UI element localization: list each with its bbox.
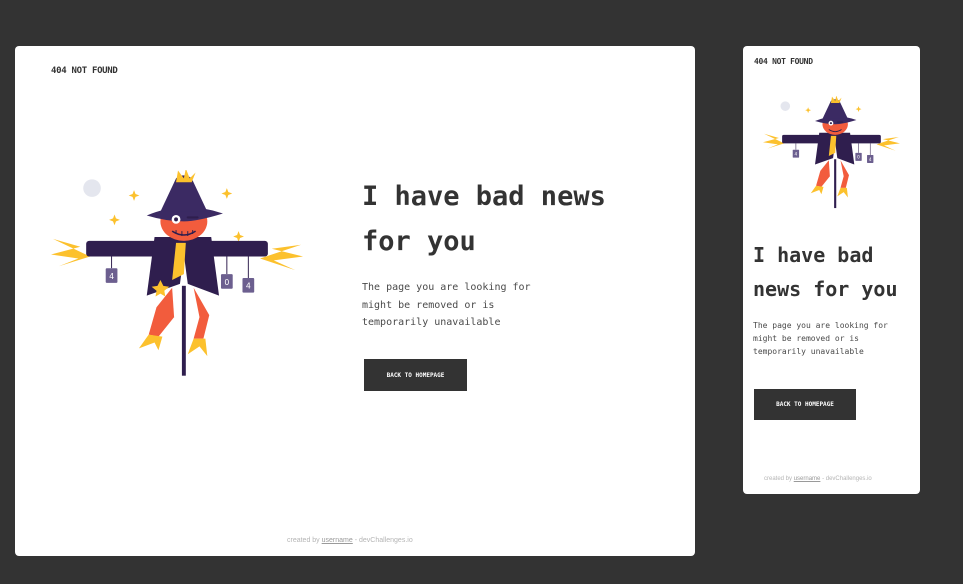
hat-straw-shape	[176, 170, 196, 183]
tag-label: 4	[246, 282, 251, 291]
back-to-homepage-button[interactable]: BACK TO HOMEPAGE	[754, 389, 856, 420]
sparkle-icon	[233, 231, 244, 242]
back-to-homepage-button[interactable]: BACK TO HOMEPAGE	[364, 359, 467, 391]
tag-label: 4	[795, 152, 798, 157]
footer-credit: created by username - devChallenges.io	[764, 476, 872, 482]
left-leg-shape	[148, 287, 175, 337]
scarecrow-illustration: 4 0 4	[51, 170, 304, 376]
footer-credit: created by username - devChallenges.io	[287, 537, 413, 544]
pole-shape	[834, 159, 837, 209]
page-title: I have bad news for you	[753, 243, 898, 301]
sparkle-icon	[221, 188, 233, 199]
error-description: The page you are looking for might be re…	[753, 321, 888, 356]
left-straw-shape	[51, 238, 91, 267]
scarecrow-illustration: 4 0 4	[763, 96, 900, 209]
tag-label: 4	[109, 272, 114, 281]
right-leg-shape	[840, 160, 849, 188]
left-leg-shape	[816, 160, 830, 187]
sparkle-icon	[805, 107, 812, 114]
brand-logo[interactable]: 404 NOT FOUND	[51, 66, 118, 76]
username-link[interactable]: username	[322, 537, 353, 544]
sparkle-icon	[128, 190, 140, 201]
moon-shape	[83, 179, 101, 197]
username-link[interactable]: username	[794, 476, 821, 482]
left-foot-straw	[138, 334, 163, 351]
right-leg-shape	[193, 287, 210, 339]
mobile-preview: 404 NOT FOUND 4 0 4 I have bad news for …	[743, 46, 920, 494]
moon-shape	[780, 101, 791, 111]
tag-label: 0	[857, 155, 860, 160]
right-foot-straw	[187, 338, 208, 357]
pole-shape	[181, 285, 186, 376]
sparkle-icon	[109, 214, 120, 226]
tag-label: 0	[224, 278, 229, 287]
tag-label: 4	[869, 157, 872, 162]
error-description: The page you are looking for might be re…	[362, 282, 531, 328]
right-foot-straw	[837, 187, 848, 198]
left-straw-shape	[763, 133, 785, 149]
page-title: I have bad news for you	[362, 181, 606, 257]
desktop-preview: 404 NOT FOUND 4 0 4 I have bad news for …	[15, 46, 695, 556]
sparkle-icon	[855, 106, 862, 113]
left-foot-straw	[810, 185, 824, 195]
brand-logo[interactable]: 404 NOT FOUND	[754, 57, 813, 66]
hat-straw-shape	[830, 96, 842, 103]
